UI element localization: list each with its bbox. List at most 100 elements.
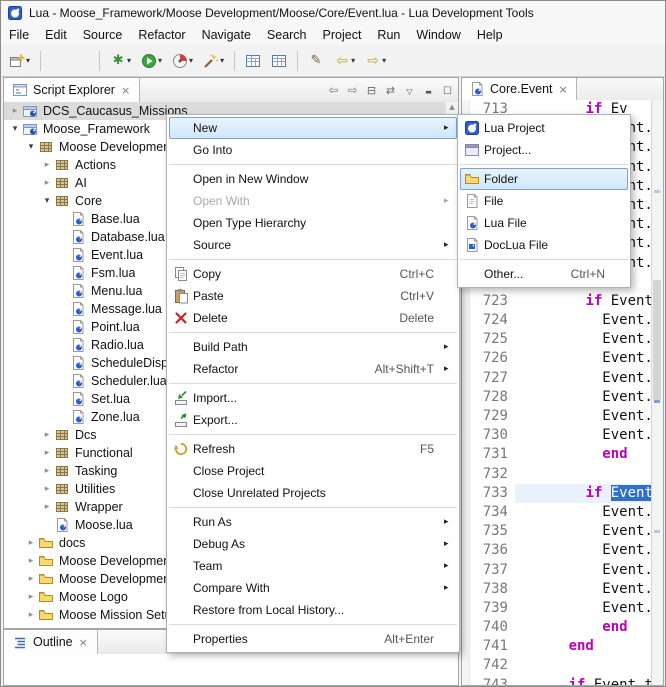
chevron-collapsed-icon[interactable]: ▸ <box>40 160 54 170</box>
close-icon[interactable]: × <box>78 636 89 649</box>
code-text[interactable]: Event.I <box>515 522 652 541</box>
context-menu-item-close-project[interactable]: Close Project <box>167 460 459 482</box>
context-menu-item-source[interactable]: Source▸ <box>167 234 459 256</box>
forward-button[interactable]: ⇨ <box>345 81 360 99</box>
code-text[interactable] <box>515 465 652 484</box>
chevron-expanded-icon[interactable]: ▾ <box>24 142 38 152</box>
menubar-navigate[interactable]: Navigate <box>194 26 259 44</box>
menubar-window[interactable]: Window <box>408 26 468 44</box>
code-text[interactable]: Event.I <box>515 349 652 368</box>
chevron-collapsed-icon[interactable]: ▸ <box>40 178 54 188</box>
code-line[interactable]: 733 if Event. <box>462 484 652 503</box>
code-text[interactable]: Event.I <box>515 561 652 580</box>
chevron-collapsed-icon[interactable]: ▸ <box>40 502 54 512</box>
code-text[interactable]: if Event. <box>515 292 652 311</box>
new-submenu-item-other[interactable]: Other...Ctrl+N <box>458 263 630 285</box>
menubar-refactor[interactable]: Refactor <box>130 26 193 44</box>
forward-button[interactable]: ⇨▾ <box>361 48 390 74</box>
code-line[interactable]: 735 Event.I <box>462 522 652 541</box>
code-text[interactable]: Event.I <box>515 388 652 407</box>
minimize-button[interactable]: ▬ <box>421 81 436 100</box>
code-line[interactable]: 725 Event.I <box>462 330 652 349</box>
new-submenu-item-doclua-file[interactable]: DocLua File <box>458 234 630 256</box>
menubar-project[interactable]: Project <box>315 26 370 44</box>
dropdown-caret-icon[interactable]: ▾ <box>189 56 193 65</box>
code-text[interactable]: Event.I <box>515 580 652 599</box>
back-button[interactable]: ⇦▾ <box>330 48 359 74</box>
menubar-search[interactable]: Search <box>259 26 315 44</box>
dropdown-caret-icon[interactable]: ▾ <box>127 56 131 65</box>
new-wizard-button[interactable]: ▾ <box>5 48 34 74</box>
code-line[interactable]: 736 Event.I <box>462 541 652 560</box>
context-menu-item-open-type-hierarchy[interactable]: Open Type Hierarchy <box>167 212 459 234</box>
chevron-collapsed-icon[interactable]: ▸ <box>8 106 22 116</box>
code-text[interactable]: Event.I <box>515 541 652 560</box>
context-menu-item-open-with[interactable]: Open With▸ <box>167 190 459 212</box>
view-menu-button[interactable]: ▽ <box>402 81 417 100</box>
magic-wand-button[interactable]: ▾ <box>199 48 228 74</box>
chevron-collapsed-icon[interactable]: ▸ <box>40 448 54 458</box>
run-button[interactable]: ▾ <box>137 48 166 74</box>
chevron-collapsed-icon[interactable]: ▸ <box>24 592 38 602</box>
chevron-expanded-icon[interactable]: ▾ <box>8 124 22 134</box>
new-submenu-item-lua-file[interactable]: Lua File <box>458 212 630 234</box>
external-tools-button[interactable]: ✱▾ <box>106 48 135 74</box>
context-menu-item-compare-with[interactable]: Compare With▸ <box>167 577 459 599</box>
close-icon[interactable]: × <box>120 84 131 97</box>
code-line[interactable]: 732 <box>462 465 652 484</box>
scroll-up-icon[interactable]: ▲ <box>446 103 458 111</box>
menubar-run[interactable]: Run <box>369 26 408 44</box>
code-line[interactable]: 737 Event.I <box>462 561 652 580</box>
code-text[interactable]: end <box>515 637 652 656</box>
context-menu-item-copy[interactable]: CopyCtrl+C <box>167 263 459 285</box>
context-menu-item-go-into[interactable]: Go Into <box>167 139 459 161</box>
context-menu-item-delete[interactable]: DeleteDelete <box>167 307 459 329</box>
back-button[interactable]: ⇦ <box>326 81 341 99</box>
code-line[interactable]: 741 end <box>462 637 652 656</box>
code-line[interactable]: 742 <box>462 656 652 675</box>
open-resource-button[interactable] <box>267 48 291 74</box>
profile-button[interactable]: ▾ <box>168 48 197 74</box>
code-line[interactable]: 734 Event.I <box>462 503 652 522</box>
context-menu-item-properties[interactable]: PropertiesAlt+Enter <box>167 628 459 650</box>
tab-outline[interactable]: Outline × <box>4 630 98 654</box>
last-edit-location-button[interactable]: ✎ <box>304 48 328 74</box>
chevron-collapsed-icon[interactable]: ▸ <box>40 466 54 476</box>
code-text[interactable]: Event.I <box>515 426 652 445</box>
code-text[interactable]: Event.I <box>515 311 652 330</box>
context-menu-item-paste[interactable]: PasteCtrl+V <box>167 285 459 307</box>
open-type-button[interactable] <box>241 48 265 74</box>
link-with-editor-button[interactable]: ⇄ <box>383 81 398 99</box>
overview-ruler[interactable] <box>651 100 663 685</box>
menubar-source[interactable]: Source <box>75 26 131 44</box>
code-line[interactable]: 738 Event.I <box>462 580 652 599</box>
chevron-collapsed-icon[interactable]: ▸ <box>24 556 38 566</box>
context-menu-item-refresh[interactable]: RefreshF5 <box>167 438 459 460</box>
context-menu-item-build-path[interactable]: Build Path▸ <box>167 336 459 358</box>
close-icon[interactable]: × <box>558 83 569 96</box>
code-line[interactable]: 740 end <box>462 618 652 637</box>
code-line[interactable]: 739 Event.I <box>462 599 652 618</box>
dropdown-caret-icon[interactable]: ▾ <box>220 56 224 65</box>
context-menu-item-restore-from-local-history[interactable]: Restore from Local History... <box>167 599 459 621</box>
chevron-collapsed-icon[interactable]: ▸ <box>24 610 38 620</box>
code-text[interactable]: if Event. <box>515 484 652 503</box>
chevron-collapsed-icon[interactable]: ▸ <box>40 430 54 440</box>
context-menu-item-open-in-new-window[interactable]: Open in New Window <box>167 168 459 190</box>
code-line[interactable]: 728 Event.I <box>462 388 652 407</box>
code-text[interactable] <box>515 656 652 675</box>
menubar-file[interactable]: File <box>1 26 37 44</box>
context-menu-item-debug-as[interactable]: Debug As▸ <box>167 533 459 555</box>
code-line[interactable]: 731 end <box>462 445 652 464</box>
dropdown-caret-icon[interactable]: ▾ <box>26 56 30 65</box>
code-text[interactable]: end <box>515 618 652 637</box>
chevron-collapsed-icon[interactable]: ▸ <box>24 538 38 548</box>
menubar-edit[interactable]: Edit <box>37 26 75 44</box>
collapse-all-button[interactable]: ⊟ <box>364 81 379 99</box>
context-menu-item-team[interactable]: Team▸ <box>167 555 459 577</box>
code-text[interactable]: end <box>515 445 652 464</box>
new-submenu-item-project[interactable]: Project... <box>458 139 630 161</box>
code-text[interactable]: Event.I <box>515 369 652 388</box>
context-menu-item-run-as[interactable]: Run As▸ <box>167 511 459 533</box>
code-line[interactable]: 730 Event.I <box>462 426 652 445</box>
